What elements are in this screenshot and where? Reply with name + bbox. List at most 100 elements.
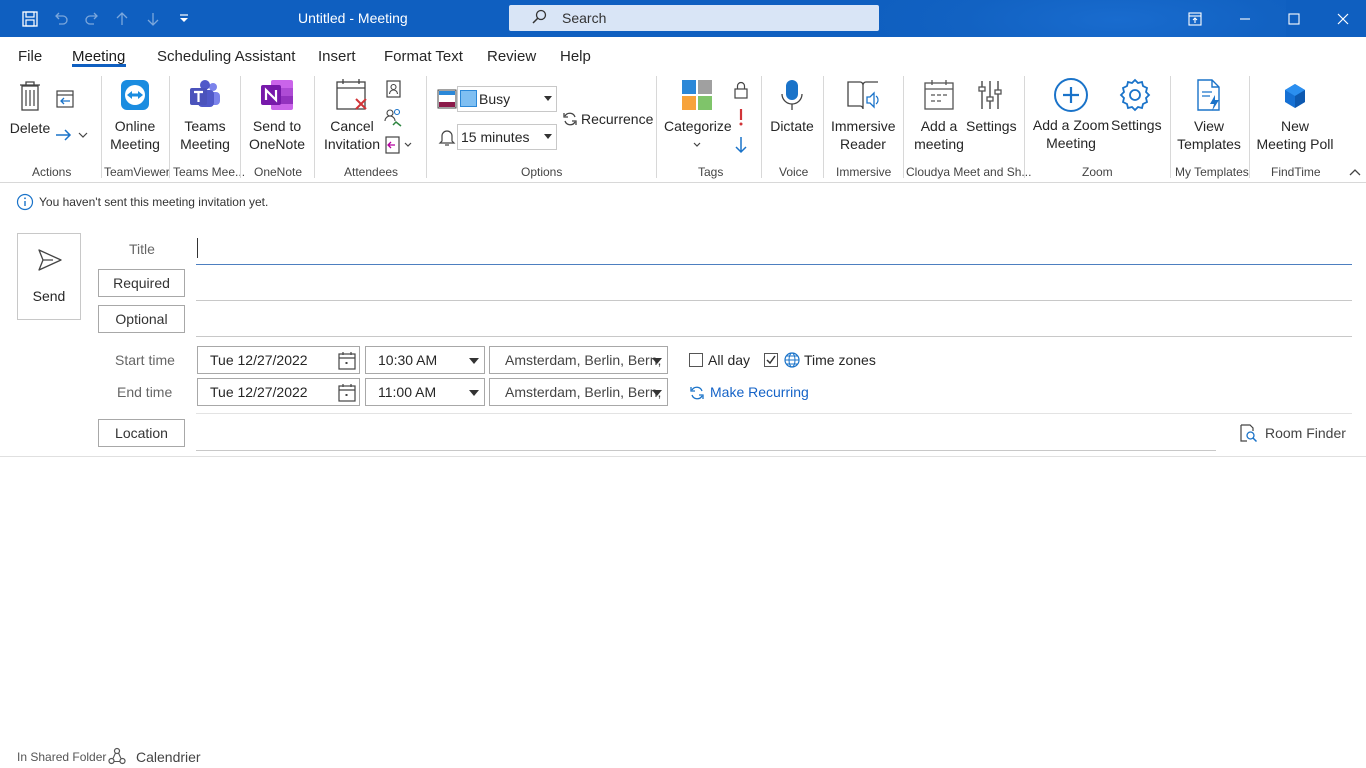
group-label-attendees: Attendees	[344, 165, 399, 179]
ribbon-separator	[903, 76, 904, 178]
start-time-value: 10:30 AM	[378, 352, 438, 368]
all-day-checkbox[interactable]	[689, 353, 703, 367]
recurrence-icon	[563, 112, 577, 126]
send-to-onenote-button[interactable]: Send to OneNote	[246, 78, 308, 153]
delete-button[interactable]: Delete	[8, 79, 52, 137]
high-importance-icon[interactable]	[735, 107, 747, 127]
copy-to-calendar-icon[interactable]	[54, 88, 76, 110]
optional-input[interactable]	[196, 306, 1352, 336]
start-time-field[interactable]: 10:30 AM	[365, 346, 485, 374]
minimize-button[interactable]	[1222, 0, 1268, 37]
reminder-value: 15 minutes	[461, 129, 530, 145]
tab-scheduling-assistant[interactable]: Scheduling Assistant	[157, 48, 295, 65]
start-timezone-select[interactable]: Amsterdam, Berlin, Bern,	[489, 346, 668, 374]
tab-insert[interactable]: Insert	[318, 48, 356, 65]
send-button[interactable]: Send	[17, 233, 81, 320]
add-a-meeting-line2: meeting	[914, 136, 964, 152]
save-icon[interactable]	[19, 8, 41, 30]
optional-button[interactable]: Optional	[98, 305, 185, 333]
add-a-meeting-line1: Add a	[920, 118, 958, 134]
ribbon-separator	[426, 76, 427, 178]
cloudya-settings-button[interactable]: Settings	[966, 78, 1017, 135]
tab-meeting[interactable]: Meeting	[72, 48, 125, 65]
cloudya-settings-label: Settings	[966, 118, 1017, 134]
dictate-label: Dictate	[770, 118, 814, 134]
response-options-icon[interactable]	[383, 135, 415, 155]
chevron-down-icon[interactable]	[469, 390, 479, 396]
calendar-picker-icon[interactable]	[337, 383, 357, 403]
make-recurring-link[interactable]: Make Recurring	[688, 383, 809, 403]
low-importance-icon[interactable]	[733, 135, 749, 155]
group-label-teams: Teams Mee...	[173, 165, 246, 179]
end-time-field[interactable]: 11:00 AM	[365, 378, 485, 406]
arrow-down-icon[interactable]	[142, 8, 164, 30]
make-recurring-label: Make Recurring	[710, 384, 809, 400]
add-zoom-meeting-line2: Meeting	[1046, 135, 1096, 151]
end-date-field[interactable]: Tue 12/27/2022	[197, 378, 360, 406]
teams-icon	[190, 80, 220, 107]
calendar-icon	[924, 80, 954, 110]
end-timezone-select[interactable]: Amsterdam, Berlin, Bern,	[489, 378, 668, 406]
required-input[interactable]	[196, 270, 1352, 300]
location-input[interactable]	[196, 420, 1216, 450]
ribbon: Delete Actions Online Meeting TeamViewer…	[0, 73, 1366, 183]
recurrence-icon	[690, 386, 704, 400]
view-templates-button[interactable]: View Templates	[1177, 78, 1241, 153]
calendar-name[interactable]: Calendrier	[136, 749, 201, 765]
window-title: Untitled - Meeting	[298, 10, 408, 26]
tab-review[interactable]: Review	[487, 48, 536, 65]
close-button[interactable]	[1320, 0, 1366, 37]
address-book-icon[interactable]	[383, 79, 403, 99]
check-names-icon[interactable]	[383, 107, 403, 127]
chevron-down-icon	[544, 134, 552, 139]
chevron-down-icon[interactable]	[469, 358, 479, 364]
redo-icon[interactable]	[81, 8, 103, 30]
location-button[interactable]: Location	[98, 419, 185, 447]
reminder-select[interactable]: 15 minutes	[457, 124, 557, 150]
immersive-reader-button[interactable]: Immersive Reader	[831, 78, 896, 153]
arrow-up-icon[interactable]	[111, 8, 133, 30]
chevron-down-icon[interactable]	[652, 390, 662, 396]
message-body[interactable]	[0, 457, 1366, 737]
categorize-button[interactable]: Categorize	[664, 78, 732, 153]
chevron-down-icon[interactable]	[652, 358, 662, 364]
new-meeting-poll-button[interactable]: New Meeting Poll	[1256, 78, 1334, 153]
group-label-findtime: FindTime	[1271, 165, 1321, 179]
zoom-settings-button[interactable]: Settings	[1111, 77, 1162, 134]
group-label-options: Options	[521, 165, 563, 179]
undo-icon[interactable]	[50, 8, 72, 30]
time-zones-checkbox[interactable]	[764, 353, 778, 367]
teams-meeting-button[interactable]: Teams Meeting	[176, 78, 234, 153]
tab-help[interactable]: Help	[560, 48, 591, 65]
sliders-icon	[978, 81, 1002, 109]
ribbon-display-icon[interactable]	[1172, 0, 1218, 37]
gear-icon	[1119, 78, 1151, 112]
zoom-settings-label: Settings	[1111, 117, 1162, 133]
customize-toolbar-icon[interactable]	[173, 8, 195, 30]
required-button[interactable]: Required	[98, 269, 185, 297]
tab-file[interactable]: File	[18, 48, 42, 65]
calendar-picker-icon[interactable]	[337, 351, 357, 371]
show-as-select[interactable]: Busy	[457, 86, 557, 112]
location-underline	[196, 450, 1216, 451]
start-date-field[interactable]: Tue 12/27/2022	[197, 346, 360, 374]
close-icon	[1337, 13, 1349, 24]
search-input[interactable]: Search	[509, 5, 879, 31]
collapse-ribbon-icon[interactable]	[1348, 167, 1362, 177]
dictate-button[interactable]: Dictate	[768, 78, 816, 135]
send-icon	[38, 249, 62, 271]
maximize-button[interactable]	[1271, 0, 1317, 37]
ribbon-separator	[656, 76, 657, 178]
maximize-icon	[1288, 12, 1300, 25]
start-timezone-value: Amsterdam, Berlin, Bern,	[505, 352, 662, 368]
cancel-invitation-button[interactable]: Cancel Invitation	[322, 78, 382, 153]
room-finder-button[interactable]: Room Finder	[1238, 423, 1348, 445]
online-meeting-button[interactable]: Online Meeting	[106, 78, 164, 153]
add-a-meeting-button[interactable]: Add a meeting	[912, 78, 966, 153]
add-zoom-meeting-button[interactable]: Add a Zoom Meeting	[1031, 77, 1111, 152]
tab-format-text[interactable]: Format Text	[384, 48, 463, 65]
forward-icon[interactable]	[54, 126, 90, 144]
title-input[interactable]	[196, 235, 1352, 264]
lock-icon[interactable]	[733, 80, 749, 100]
microphone-icon	[781, 80, 803, 110]
